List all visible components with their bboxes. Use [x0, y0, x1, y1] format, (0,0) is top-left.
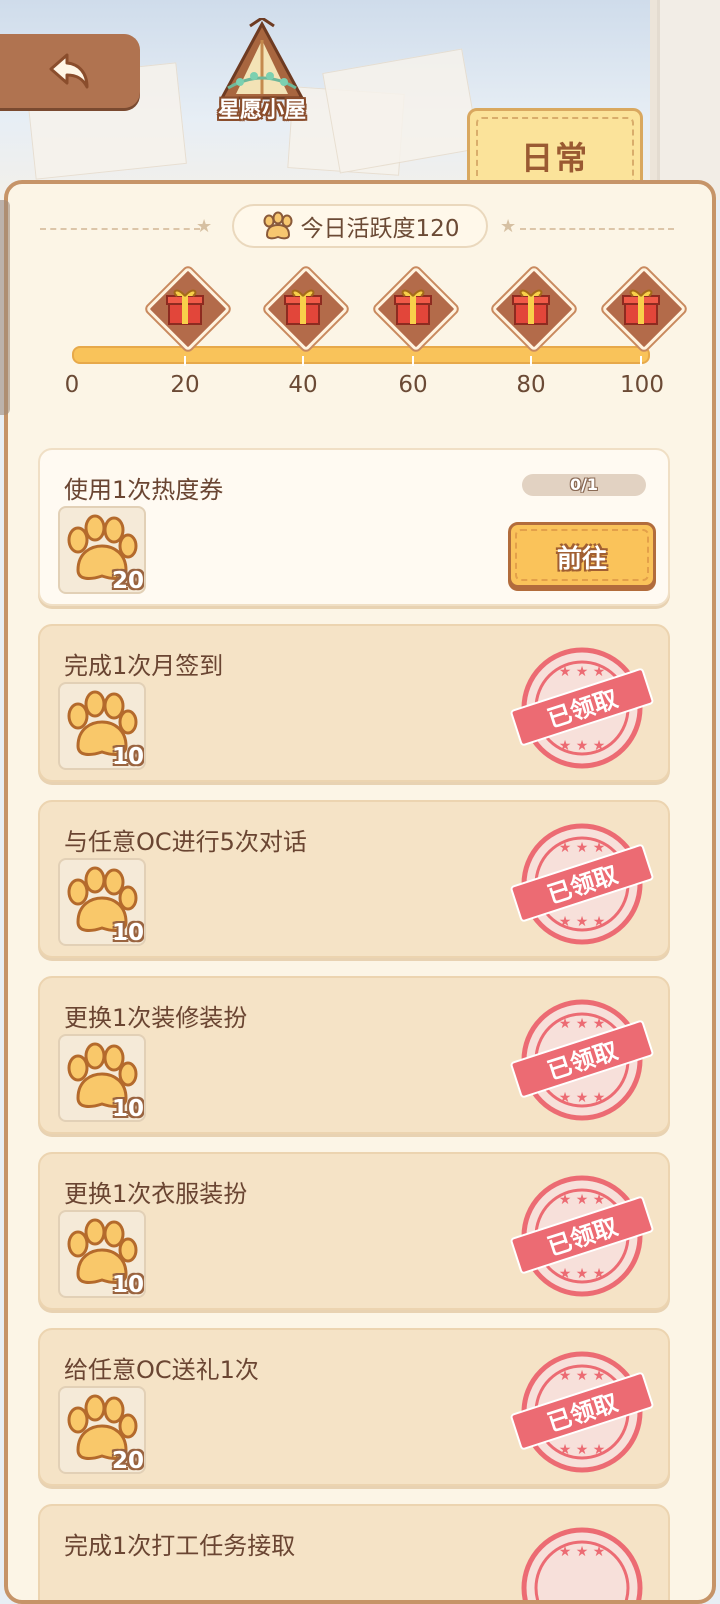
bg-window	[657, 0, 720, 200]
gift-box-icon	[512, 289, 550, 325]
progress-tick	[530, 356, 532, 366]
svg-text:★ ★ ★: ★ ★ ★	[559, 1016, 606, 1032]
task-card: 与任意OC进行5次对话 10 ★ ★ ★ ★ ★ ★ 已领取	[38, 800, 670, 958]
svg-text:★ ★ ★: ★ ★ ★	[559, 1442, 606, 1458]
task-title: 给任意OC送礼1次	[64, 1356, 259, 1384]
milestone-label: 60	[398, 372, 428, 398]
reward-amount: 20	[111, 1448, 144, 1474]
milestone-label: 80	[516, 372, 546, 398]
scroll-handle[interactable]	[0, 200, 10, 415]
claimed-stamp: ★ ★ ★ ★ ★ ★ 已领取	[509, 998, 655, 1122]
task-progress: 0/1	[522, 474, 646, 496]
progress-tick	[302, 356, 304, 366]
task-card: 使用1次热度券 20 0/1 前往	[38, 448, 670, 606]
task-card: 更换1次衣服装扮 10 ★ ★ ★ ★ ★ ★ 已领取	[38, 1152, 670, 1310]
task-title: 更换1次装修装扮	[64, 1004, 248, 1032]
activity-badge: 今日活跃度120	[232, 204, 488, 248]
milestone-gift-100[interactable]	[601, 266, 687, 352]
svg-text:★ ★ ★: ★ ★ ★	[559, 1266, 606, 1282]
go-button[interactable]: 前往	[508, 522, 656, 588]
progress-tick	[640, 356, 642, 366]
reward-item: 10	[58, 682, 146, 770]
task-title: 使用1次热度券	[64, 476, 224, 504]
progress-tick	[184, 356, 186, 366]
claimed-stamp: ★ ★ ★	[520, 1526, 644, 1600]
reward-item: 20	[58, 1386, 146, 1474]
tab-daily[interactable]: 日常	[467, 108, 643, 188]
task-card: 更换1次装修装扮 10 ★ ★ ★ ★ ★ ★ 已领取	[38, 976, 670, 1134]
milestone-label: 100	[620, 372, 664, 398]
divider-left	[40, 228, 200, 230]
svg-text:★ ★ ★: ★ ★ ★	[559, 914, 606, 930]
svg-text:★ ★ ★: ★ ★ ★	[559, 1368, 606, 1384]
paw-icon	[263, 211, 293, 240]
tab-label: 日常	[520, 139, 589, 177]
task-card: 给任意OC送礼1次 20 ★ ★ ★ ★ ★ ★ 已领取	[38, 1328, 670, 1486]
reward-item: 10	[58, 1034, 146, 1122]
claimed-stamp: ★ ★ ★ ★ ★ ★ 已领取	[509, 646, 655, 770]
gift-box-icon	[622, 289, 660, 325]
reward-item: 20	[58, 506, 146, 594]
back-arrow-icon	[49, 53, 89, 89]
svg-text:★ ★ ★: ★ ★ ★	[559, 664, 606, 680]
milestone-label: 20	[170, 372, 200, 398]
milestone-label: 0	[64, 372, 80, 398]
task-title: 完成1次月签到	[64, 652, 224, 680]
divider-right	[520, 228, 674, 230]
gift-box-icon	[284, 289, 322, 325]
claimed-stamp: ★ ★ ★ ★ ★ ★ 已领取	[509, 1174, 655, 1298]
activity-label: 今日活跃度120	[300, 216, 460, 242]
milestone-gift-80[interactable]	[491, 266, 577, 352]
task-panel: ★ ★ 今日活跃度120 0 20 40 60 80 100 使用1次热度券 2…	[4, 180, 716, 1604]
reward-item: 10	[58, 1210, 146, 1298]
milestone-gift-60[interactable]	[373, 266, 459, 352]
progress-tick	[412, 356, 414, 366]
svg-text:★ ★ ★: ★ ★ ★	[559, 1192, 606, 1208]
stamp-seal-icon: ★ ★ ★	[521, 1527, 643, 1600]
reward-amount: 10	[111, 1096, 144, 1122]
reward-item: 10	[58, 858, 146, 946]
gift-box-icon	[394, 289, 432, 325]
task-card: 完成1次打工任务接取 ★ ★ ★	[38, 1504, 670, 1600]
svg-text:★ ★ ★: ★ ★ ★	[559, 1544, 606, 1560]
activity-progress-bar	[72, 346, 650, 364]
reward-amount: 10	[111, 920, 144, 946]
star-icon: ★	[500, 216, 517, 237]
milestone-label: 40	[288, 372, 318, 398]
claimed-stamp: ★ ★ ★ ★ ★ ★ 已领取	[509, 822, 655, 946]
svg-text:★ ★ ★: ★ ★ ★	[559, 840, 606, 856]
claimed-stamp: ★ ★ ★ ★ ★ ★ 已领取	[509, 1350, 655, 1474]
task-title: 与任意OC进行5次对话	[64, 828, 307, 856]
task-title: 更换1次衣服装扮	[64, 1180, 248, 1208]
bg-paper	[322, 48, 480, 174]
svg-text:★ ★ ★: ★ ★ ★	[559, 1090, 606, 1106]
svg-text:★ ★ ★: ★ ★ ★	[559, 738, 606, 754]
back-button[interactable]	[0, 34, 140, 108]
app-logo-text: 星愿小屋	[217, 98, 306, 123]
reward-amount: 10	[111, 1272, 144, 1298]
task-card: 完成1次月签到 10 ★ ★ ★ ★ ★ ★ 已领取	[38, 624, 670, 782]
reward-amount: 10	[111, 744, 144, 770]
gift-box-icon	[166, 289, 204, 325]
milestone-gift-20[interactable]	[145, 266, 231, 352]
reward-amount: 20	[111, 568, 144, 594]
go-button-label: 前往	[556, 544, 607, 573]
task-title: 完成1次打工任务接取	[64, 1532, 296, 1560]
milestone-gift-40[interactable]	[263, 266, 349, 352]
star-icon: ★	[196, 216, 213, 237]
